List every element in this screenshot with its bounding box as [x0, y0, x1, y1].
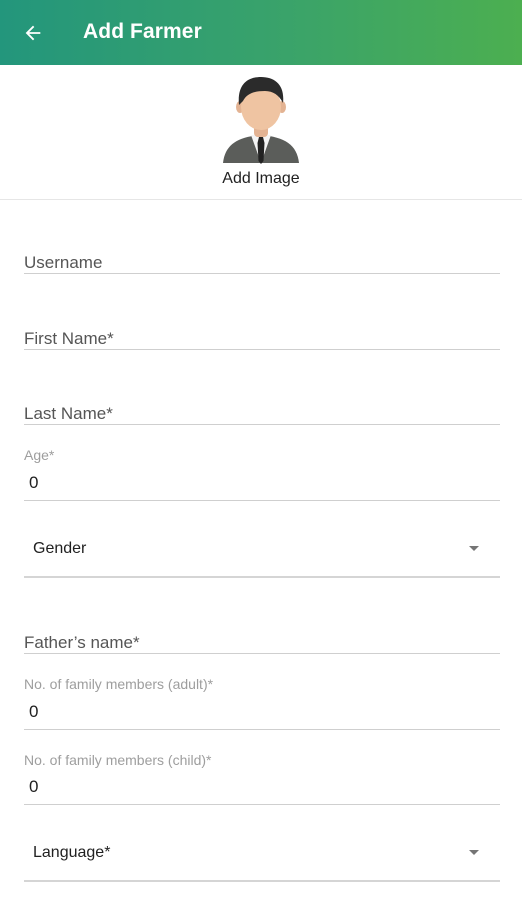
dropdown-arrow-icon: [469, 850, 479, 855]
arrow-left-icon: [25, 25, 41, 41]
app-bar: Add Farmer: [0, 0, 522, 65]
last-name-underline: [24, 424, 500, 425]
gender-selected-value: Gender: [33, 540, 87, 557]
username-field[interactable]: Username: [24, 253, 102, 273]
username-underline: [24, 273, 500, 274]
last-name-field[interactable]: Last Name*: [24, 404, 113, 424]
age-underline: [24, 500, 500, 501]
first-name-underline: [24, 349, 500, 350]
dropdown-arrow-icon: [469, 546, 479, 551]
father-name-underline: [24, 653, 500, 654]
family-adult-underline: [24, 729, 500, 730]
age-input[interactable]: 0: [29, 473, 38, 493]
first-name-field[interactable]: First Name*: [24, 329, 114, 349]
avatar-section: Add Image: [0, 65, 522, 200]
page-title: Add Farmer: [83, 20, 202, 43]
gender-underline: [24, 576, 500, 578]
language-underline: [24, 880, 500, 882]
gender-dropdown[interactable]: Gender: [24, 522, 500, 578]
age-label: Age*: [24, 447, 55, 463]
language-selected-value: Language*: [33, 844, 111, 861]
family-child-input[interactable]: 0: [29, 777, 38, 797]
family-adult-input[interactable]: 0: [29, 702, 38, 722]
family-adult-label: No. of family members (adult)*: [24, 676, 214, 692]
avatar[interactable]: [221, 73, 301, 167]
back-button[interactable]: [14, 14, 52, 52]
person-avatar-icon: [223, 77, 299, 164]
add-image-label[interactable]: Add Image: [0, 170, 522, 188]
father-name-field[interactable]: Father’s name*: [24, 633, 140, 653]
language-dropdown[interactable]: Language*: [24, 826, 500, 882]
family-child-label: No. of family members (child)*: [24, 752, 212, 768]
family-child-underline: [24, 804, 500, 805]
